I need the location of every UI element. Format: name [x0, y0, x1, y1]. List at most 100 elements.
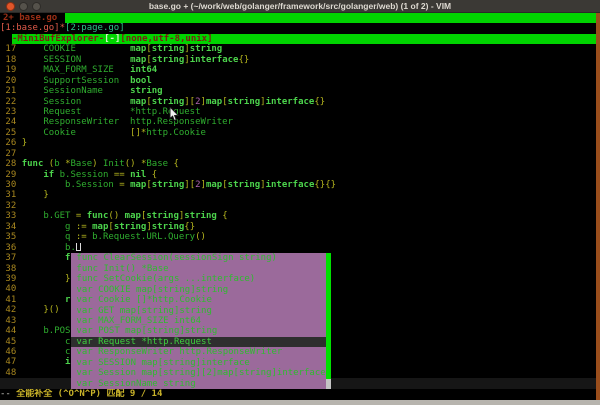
tabline-fill	[65, 13, 596, 23]
code-token: b.	[22, 243, 76, 253]
completion-item[interactable]: var COOKIE map[string]string	[71, 285, 326, 295]
code-line[interactable]: 18 SESSION map[string]interface{}	[0, 55, 596, 65]
code-token: }	[43, 190, 48, 200]
completion-item[interactable]: var Cookie []*http.Cookie	[71, 295, 326, 305]
code-line[interactable]: 17 COOKIE map[string]string	[0, 44, 596, 54]
code-line[interactable]: 21 SessionName string	[0, 86, 596, 96]
line-number: 40	[0, 284, 22, 294]
code-token: COOKIE	[22, 44, 130, 54]
code-token: ()	[195, 232, 206, 242]
code-token: {}	[314, 97, 325, 107]
completion-item[interactable]: var Request *http.Request	[71, 337, 326, 347]
code-line[interactable]: 34 g := map[string]string{}	[0, 222, 596, 232]
code-line[interactable]: 23 Request *http.Request	[0, 107, 596, 117]
code-token: map	[130, 55, 146, 65]
completion-mode-message: 全能补全 (^O^N^P)	[16, 389, 106, 399]
code-token: string	[152, 44, 185, 54]
popup-list: func ClearSession(sessionSign string) fu…	[71, 253, 326, 389]
code-token	[22, 190, 44, 200]
code-token	[22, 253, 65, 263]
code-line[interactable]: 36 b.	[0, 243, 596, 253]
completion-item[interactable]: var SESSION map[string]interface	[71, 358, 326, 368]
code-line[interactable]: 32	[0, 201, 596, 211]
mbe-status-bar: -MiniBufExplorer-[-][none,utf-8,unix] 0x…	[12, 34, 596, 44]
code-token: if	[43, 170, 54, 180]
code-line[interactable]: 27	[0, 149, 596, 159]
code-token: }	[65, 274, 70, 284]
completion-item[interactable]: var POST map[string]string	[71, 326, 326, 336]
code-line[interactable]: 30 b.Session = map[string][2]map[string]…	[0, 180, 596, 190]
code-line[interactable]: 24 ResponseWriter http.ResponseWriter	[0, 117, 596, 127]
code-token: func	[87, 211, 109, 221]
window-bottom-edge	[0, 400, 600, 405]
code-token: ()	[108, 211, 119, 221]
code-line[interactable]: 29 if b.Session == nil {	[0, 170, 596, 180]
line-number: 22	[0, 97, 22, 107]
code-token: func	[22, 159, 44, 169]
code-token: q	[22, 232, 76, 242]
completion-item[interactable]: func ClearSession(sessionSign string)	[71, 253, 326, 263]
code-token: c	[22, 347, 71, 357]
code-line[interactable]: 22 Session map[string][2]map[string]inte…	[0, 97, 596, 107]
completion-item[interactable]: var GET map[string]string	[71, 306, 326, 316]
code-token: string	[184, 211, 217, 221]
completion-item[interactable]: func Init() *Base	[71, 264, 326, 274]
line-number: 33	[0, 211, 22, 221]
code-token: ][	[184, 97, 195, 107]
completion-item[interactable]: var SessionName string	[71, 379, 326, 389]
code-token: c	[22, 337, 71, 347]
code-line[interactable]: 25 Cookie []*http.Cookie	[0, 128, 596, 138]
code-token: string	[152, 222, 185, 232]
code-token: string	[152, 55, 185, 65]
line-number: 18	[0, 55, 22, 65]
code-token: map	[206, 97, 222, 107]
completion-item[interactable]: var ResponseWriter http.ResponseWriter	[71, 347, 326, 357]
code-token: {}	[184, 222, 195, 232]
code-token: b.Session	[22, 180, 120, 190]
code-token: interface	[266, 180, 315, 190]
tab-label[interactable]: 2+ base.go	[0, 13, 57, 23]
code-line[interactable]: 28 func (b *Base) Init() *Base {	[0, 159, 596, 169]
completion-item[interactable]: var MAX_FORM_SIZE int64	[71, 316, 326, 326]
minibufexplorer-list: [1:base.go]*[2:page.go]	[0, 23, 596, 33]
completion-item[interactable]: func SetCookie(args ...interface)	[71, 274, 326, 284]
code-token: b	[54, 159, 65, 169]
code-token: ()	[125, 159, 136, 169]
code-token: r	[65, 295, 70, 305]
code-token: }()	[43, 305, 59, 315]
code-token: nil	[130, 170, 146, 180]
mbe-title: -MiniBufExplorer-	[12, 34, 104, 44]
code-line[interactable]: 26 }	[0, 138, 596, 148]
line-number: 41	[0, 295, 22, 305]
line-number: 43	[0, 316, 22, 326]
code-line[interactable]: 20 SupportSession bool	[0, 76, 596, 86]
code-line[interactable]: 19 MAX_FORM_SIZE int64	[0, 65, 596, 75]
code-line[interactable]: 35 q := b.Request.URL.Query()	[0, 232, 596, 242]
code-token: {}{}	[314, 180, 336, 190]
code-token: map	[130, 44, 146, 54]
popup-scrollbar[interactable]	[326, 253, 331, 389]
code-line[interactable]: 33 b.GET = func() map[string]string {	[0, 211, 596, 221]
code-token: map	[125, 211, 141, 221]
line-number: 46	[0, 347, 22, 357]
code-token: Init	[98, 159, 125, 169]
code-token: []*	[130, 128, 146, 138]
line-number: 29	[0, 170, 22, 180]
buffer-tab-page-go[interactable]: [2:page.go]	[65, 23, 125, 33]
code-token: b.Session	[54, 170, 114, 180]
code-token: {	[173, 159, 178, 169]
code-token: map	[92, 222, 108, 232]
popup-scrollbar-thumb[interactable]	[326, 253, 331, 378]
buffer-tab-base-go[interactable]: [1:base.go]*	[0, 23, 65, 33]
line-number: 30	[0, 180, 22, 190]
completion-item[interactable]: var Session map[string][2]map[string]int…	[71, 368, 326, 378]
line-number: 26	[0, 138, 22, 148]
code-line[interactable]: 31 }	[0, 190, 596, 200]
minibufexplorer-statusline: 6 -MiniBufExplorer-[-][none,utf-8,unix] …	[0, 34, 596, 44]
code-token	[22, 295, 65, 305]
code-token: string	[146, 211, 179, 221]
line-number: 48	[0, 368, 22, 378]
line-number: 31	[0, 190, 22, 200]
terminal-scrollbar[interactable]	[596, 13, 600, 400]
window-title: base.go + (~/work/web/golanger/framework…	[0, 1, 600, 11]
